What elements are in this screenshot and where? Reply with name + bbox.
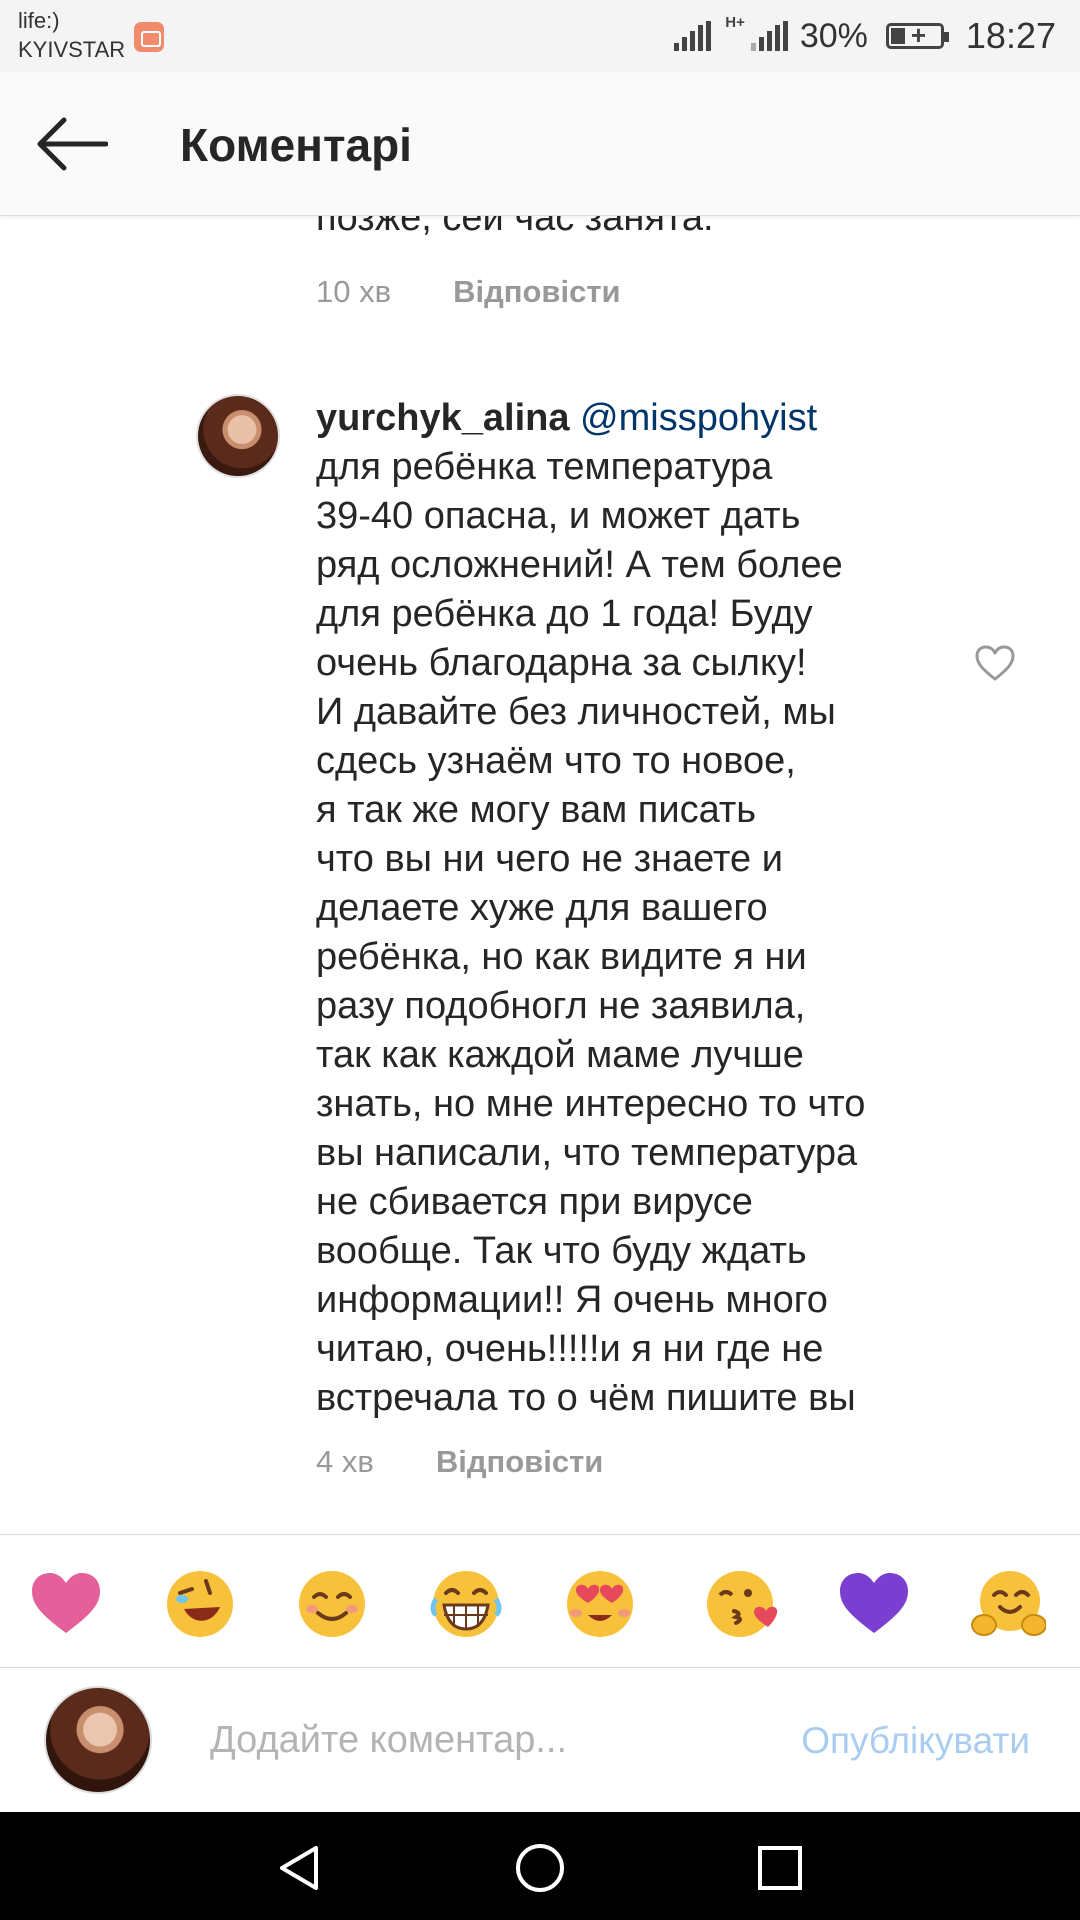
hugging-emoji-icon[interactable]: [970, 1569, 1046, 1639]
comment-line: для ребёнка до 1 года! Буду: [316, 593, 813, 635]
comment-line: что вы ни чего не знаете и: [316, 838, 783, 880]
back-arrow-icon[interactable]: [34, 114, 108, 174]
network-type: H+: [725, 14, 745, 31]
comment-line: ряд осложнений! А тем более: [316, 544, 843, 586]
comments-list[interactable]: позже, сей час занята. 10 хв Відповісти …: [0, 216, 1080, 1534]
heart-eyes-emoji-icon[interactable]: [562, 1569, 638, 1639]
comment-line: разу подобногл не заявила,: [316, 985, 806, 1027]
previous-comment-meta: 10 хв Відповісти: [316, 274, 621, 310]
carrier-line-2: KYIVSTAR: [18, 37, 126, 62]
publish-button[interactable]: Опублікувати: [801, 1720, 1030, 1762]
top-app-bar: Коментарі: [0, 72, 1080, 216]
page-title: Коментарі: [180, 119, 412, 171]
emoji-bar: [0, 1534, 1080, 1668]
like-heart-icon[interactable]: [974, 644, 1016, 682]
comment-time: 4 хв: [316, 1444, 374, 1479]
comment-mention[interactable]: @misspohyist: [580, 397, 817, 439]
rolling-laughing-emoji-icon[interactable]: [162, 1569, 238, 1639]
previous-comment-text: позже, сей час занята.: [316, 216, 714, 239]
current-user-avatar: [44, 1686, 152, 1794]
comment-line: очень благодарна за сылку!: [316, 642, 807, 684]
comment-line: знать, но мне интересно то что: [316, 1083, 866, 1125]
carrier-line-1: life:): [18, 8, 60, 33]
comment-line: встречала то о чём пишите вы: [316, 1377, 856, 1419]
comment-composer: Опублікувати: [0, 1668, 1080, 1812]
comment-line: я так же могу вам писать: [316, 789, 757, 831]
nav-recents-icon[interactable]: [754, 1842, 806, 1894]
comment-line: сдесь узнаём что то новое,: [316, 740, 796, 782]
purple-heart-emoji-icon[interactable]: [836, 1569, 912, 1639]
comment-lines: для ребёнка температура 39-40 опасна, и м…: [316, 443, 976, 1423]
status-bar: life:) KYIVSTAR H+ 30% + 18:27: [0, 0, 1080, 72]
notification-icon: [134, 22, 164, 52]
reply-button[interactable]: Відповісти: [436, 1444, 604, 1480]
signal-icon: [674, 21, 712, 51]
comment-username[interactable]: yurchyk_alina: [316, 397, 569, 439]
battery-percent: 30%: [799, 16, 868, 55]
comment-input[interactable]: [210, 1708, 730, 1772]
smiling-blush-emoji-icon[interactable]: [294, 1569, 370, 1639]
battery-icon: +: [885, 20, 949, 50]
comment-text: yurchyk_alina @misspohyist для ребёнка т…: [316, 394, 976, 1423]
kissing-heart-emoji-icon[interactable]: [704, 1569, 780, 1639]
nav-back-icon[interactable]: [274, 1842, 326, 1894]
comment-line: не сбивается при вирусе: [316, 1181, 753, 1223]
carrier-label: life:) KYIVSTAR: [18, 6, 125, 64]
comment-line: так как каждой маме лучше: [316, 1034, 804, 1076]
comment-line: вы написали, что температура: [316, 1132, 858, 1174]
clock: 18:27: [965, 15, 1056, 56]
pink-heart-emoji-icon[interactable]: [28, 1569, 104, 1639]
comment-line: информации!! Я очень много: [316, 1279, 828, 1321]
status-indicators: H+ 30% + 18:27: [674, 14, 1056, 58]
commenter-avatar[interactable]: [196, 394, 280, 478]
comment-line: 39-40 опасна, и может дать: [316, 495, 801, 537]
comment-line: И давайте без личностей, мы: [316, 691, 836, 733]
comment-line: для ребёнка температура: [316, 446, 773, 488]
comment-line: делаете хуже для вашего: [316, 887, 768, 929]
nav-home-icon[interactable]: [514, 1842, 566, 1894]
grinning-tears-emoji-icon[interactable]: [428, 1569, 504, 1639]
comment-line: ребёнка, но как видите я ни: [316, 936, 807, 978]
comment-meta: 4 хв Відповісти: [316, 1444, 603, 1480]
comment-line: вообще. Так что буду ждать: [316, 1230, 807, 1272]
comment-time: 10 хв: [316, 274, 392, 309]
signal-icon-2: [750, 21, 788, 51]
reply-button[interactable]: Відповісти: [453, 274, 621, 310]
comment-line: читаю, очень!!!!!и я ни где не: [316, 1328, 824, 1370]
system-nav-bar: [0, 1812, 1080, 1920]
